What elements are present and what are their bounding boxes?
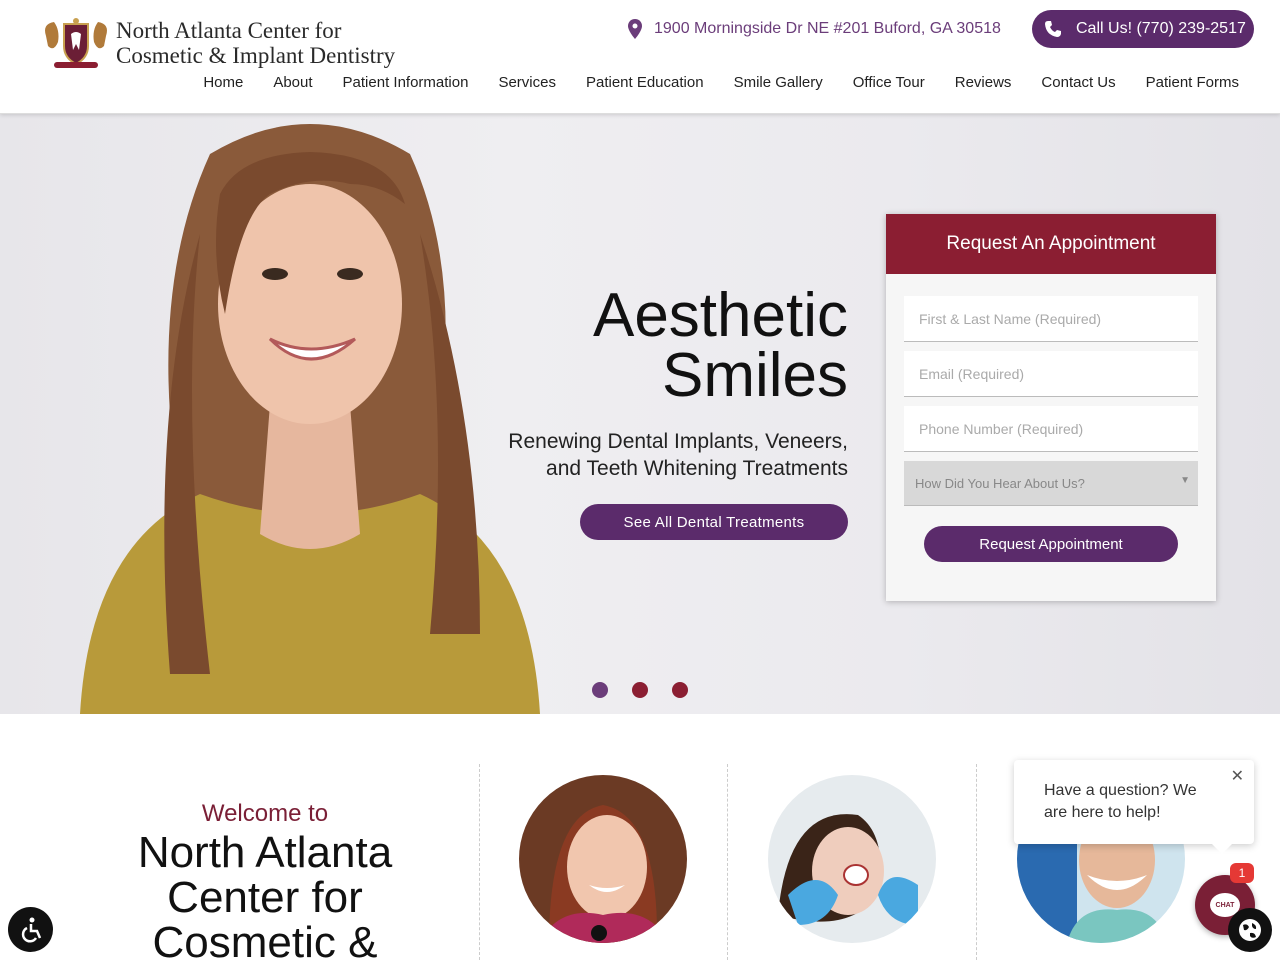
logo-title-line1: North Atlanta Center for (116, 18, 342, 43)
hero-title-line2: Smiles (661, 341, 848, 410)
welcome-heading-line1: North Atlanta (137, 828, 393, 877)
column-divider (727, 764, 728, 960)
email-field[interactable] (904, 351, 1198, 397)
chat-button-label: CHAT (1215, 901, 1235, 909)
language-button[interactable] (1228, 908, 1272, 952)
dropdown-arrow-icon: ▼ (1180, 475, 1190, 486)
crest-icon (45, 18, 107, 68)
chat-popup: Have a question? We are here to help! ✕ (1014, 760, 1254, 854)
call-button[interactable]: Call Us! (770) 239-2517 (1032, 10, 1254, 48)
site-logo[interactable]: North Atlanta Center for Cosmetic & Impl… (40, 14, 440, 74)
accessibility-button[interactable] (8, 907, 53, 952)
nav-patient-forms[interactable]: Patient Forms (1131, 70, 1254, 96)
nav-contact-us[interactable]: Contact Us (1026, 70, 1130, 96)
nav-home[interactable]: Home (188, 70, 258, 96)
phone-icon (1045, 21, 1061, 37)
slider-dot-1[interactable] (592, 682, 608, 698)
location-pin-icon (628, 19, 642, 39)
slider-dot-3[interactable] (672, 682, 688, 698)
nav-patient-education[interactable]: Patient Education (571, 70, 719, 96)
welcome-heading-line3: Cosmetic & (152, 918, 378, 960)
accessibility-icon (21, 917, 41, 943)
appointment-form-title: Request An Appointment (886, 214, 1216, 274)
slider-dots (592, 682, 688, 698)
globe-icon (1239, 919, 1261, 941)
welcome-heading-line2: Center for (167, 873, 363, 922)
chat-unread-badge: 1 (1230, 863, 1254, 883)
hero-title-line1: Aesthetic (592, 281, 848, 350)
column-divider (479, 764, 480, 960)
address-text: 1900 Morningside Dr NE #201 Buford, GA 3… (654, 20, 1001, 37)
hero-subtitle-line1: Renewing Dental Implants, Veneers, (508, 430, 848, 453)
hero-subtitle-line2: and Teeth Whitening Treatments (546, 457, 848, 480)
dental-exam-photo (768, 775, 936, 943)
site-header: North Atlanta Center for Cosmetic & Impl… (0, 0, 1280, 114)
welcome-heading: North Atlanta Center for Cosmetic & (90, 830, 440, 960)
referral-source-select[interactable]: How Did You Hear About Us? ▼ (904, 461, 1198, 506)
main-nav: Home About Patient Information Services … (188, 70, 1254, 96)
nav-services[interactable]: Services (483, 70, 571, 96)
appointment-form: Request An Appointment How Did You Hear … (886, 214, 1216, 601)
nav-patient-information[interactable]: Patient Information (328, 70, 484, 96)
slider-dot-2[interactable] (632, 682, 648, 698)
hero-slider: Aesthetic Smiles Renewing Dental Implant… (0, 114, 1280, 714)
chat-message: Have a question? We are here to help! (1044, 782, 1197, 821)
nav-about[interactable]: About (258, 70, 327, 96)
see-all-treatments-button[interactable]: See All Dental Treatments (580, 504, 848, 540)
request-appointment-button[interactable]: Request Appointment (924, 526, 1178, 562)
logo-title-line2: Cosmetic & Implant Dentistry (116, 43, 396, 68)
welcome-label: Welcome to (201, 800, 329, 827)
hero-woman-photo (80, 124, 540, 714)
referral-source-value: How Did You Hear About Us? (915, 475, 1085, 491)
address[interactable]: 1900 Morningside Dr NE #201 Buford, GA 3… (628, 16, 1001, 42)
nav-office-tour[interactable]: Office Tour (838, 70, 940, 96)
nav-reviews[interactable]: Reviews (940, 70, 1027, 96)
dentist-portrait-photo (519, 775, 687, 943)
close-icon[interactable]: ✕ (1231, 766, 1244, 788)
nav-smile-gallery[interactable]: Smile Gallery (719, 70, 838, 96)
phone-field[interactable] (904, 406, 1198, 452)
call-button-label: Call Us! (770) 239-2517 (1076, 20, 1246, 37)
name-field[interactable] (904, 296, 1198, 342)
column-divider (976, 764, 977, 960)
